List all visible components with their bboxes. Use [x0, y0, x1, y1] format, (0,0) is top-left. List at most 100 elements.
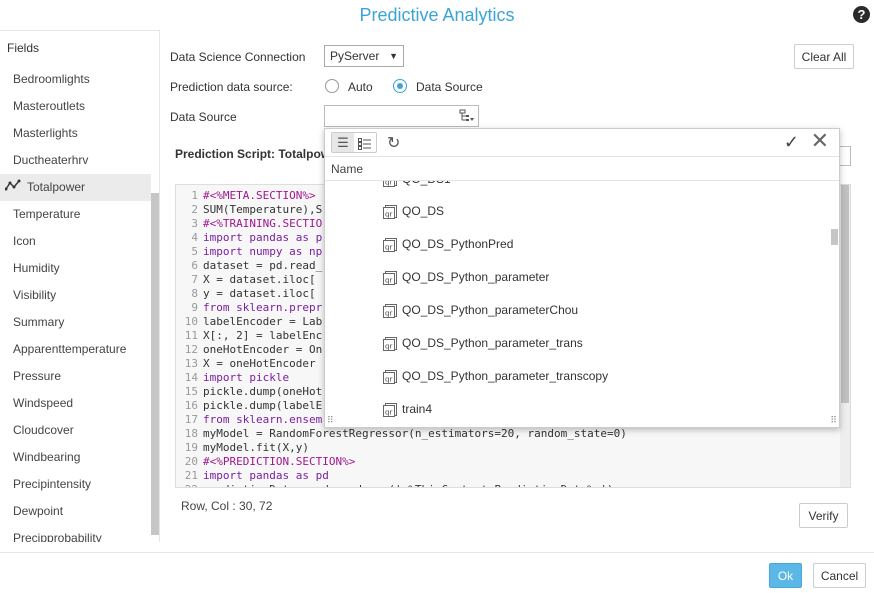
- datasource-item-label: QO_DS_Python_parameterChou: [402, 303, 579, 317]
- field-item[interactable]: Precipintensity: [0, 471, 151, 498]
- fields-title: Fields: [7, 41, 40, 55]
- code-line: 19 myModel.fit(X,y): [176, 441, 309, 455]
- tree-picker-icon[interactable]: [459, 109, 475, 123]
- popup-scroll-thumb[interactable]: [831, 229, 838, 245]
- field-item[interactable]: Masterlights: [0, 120, 151, 147]
- field-item[interactable]: Visibility: [0, 282, 151, 309]
- code-text: X = oneHotEncoder: [203, 357, 316, 370]
- check-icon[interactable]: ✓: [784, 132, 799, 153]
- code-text: oneHotEncoder = On: [203, 343, 323, 356]
- field-item[interactable]: Apparenttemperature: [0, 336, 151, 363]
- code-text: myModel.fit(X,y): [203, 441, 309, 454]
- field-item-label: Ductheaterhrv: [13, 153, 89, 167]
- line-number: 20: [184, 455, 198, 468]
- fields-scrollbar[interactable]: [151, 193, 159, 535]
- line-number: 22: [176, 483, 203, 487]
- resize-grip-right-icon[interactable]: ⠿: [830, 415, 837, 426]
- field-item-label: Totalpower: [27, 180, 86, 194]
- help-icon[interactable]: ?: [853, 6, 870, 23]
- field-item[interactable]: Temperature: [0, 201, 151, 228]
- datasource-item[interactable]: qr QO_DS_Python_parameter_transcopy: [382, 366, 608, 386]
- field-item[interactable]: Bedroomlights: [0, 66, 151, 93]
- code-text: import pickle: [203, 371, 290, 384]
- datasource-label: Data Source: [170, 110, 237, 124]
- line-number: 10: [184, 315, 198, 328]
- field-item[interactable]: Masteroutlets: [0, 93, 151, 120]
- fields-list: Bedroomlights Masteroutlets Masterlights Du…: [0, 66, 151, 542]
- code-line: 5 import numpy as np: [176, 245, 322, 259]
- cancel-button[interactable]: Cancel: [813, 563, 866, 588]
- field-item[interactable]: Cloudcover: [0, 417, 151, 444]
- connection-value: PyServer: [330, 49, 380, 63]
- field-item[interactable]: Summary: [0, 309, 151, 336]
- connection-select[interactable]: PyServer ▼: [324, 45, 404, 67]
- field-item-label: Pressure: [13, 369, 62, 383]
- popup-toolbar: ☰ ↻ ✓ ✕: [325, 129, 839, 157]
- code-line: 2 SUM(Temperature),S: [176, 203, 322, 217]
- line-number: 19: [184, 441, 198, 454]
- field-item[interactable]: Icon: [0, 228, 151, 255]
- code-text: pickle.dump(labelE: [203, 399, 323, 412]
- datasource-item-label: train4: [402, 402, 433, 416]
- datasource-item[interactable]: qr QO_DS_Python_parameterChou: [382, 300, 578, 320]
- script-label: Prediction Script: Totalpower: [175, 147, 325, 161]
- code-text: X[:, 2] = labelEnc: [203, 329, 323, 342]
- editor-scrollbar[interactable]: [840, 185, 850, 487]
- ok-button[interactable]: Ok: [769, 563, 802, 588]
- query-icon: qr: [382, 303, 398, 319]
- line-number: 2: [191, 203, 198, 216]
- datasource-item[interactable]: qr train4: [382, 399, 432, 419]
- datasource-item[interactable]: qr QO_DS: [382, 201, 444, 221]
- detail-view-icon[interactable]: [354, 133, 376, 152]
- name-column-header[interactable]: Name: [325, 157, 839, 181]
- radio-datasource[interactable]: [393, 79, 407, 93]
- code-text: import numpy as np: [203, 245, 323, 258]
- field-item-label: Visibility: [13, 288, 57, 302]
- datasource-item[interactable]: qr QO_DS1: [382, 181, 451, 189]
- verify-button[interactable]: Verify: [799, 503, 848, 528]
- code-line: 12 oneHotEncoder = On: [176, 343, 322, 357]
- datasource-item[interactable]: qr QO_DS_PythonPred: [382, 234, 513, 254]
- close-icon[interactable]: ✕: [811, 130, 829, 152]
- datasource-item[interactable]: qr QO_DS_Python_parameter: [382, 267, 549, 287]
- datasource-item-label: QO_DS: [402, 204, 445, 218]
- radio-datasource-label[interactable]: Data Source: [416, 80, 483, 94]
- field-item[interactable]: Pressure: [0, 363, 151, 390]
- line-number: 4: [191, 231, 198, 244]
- radio-auto-label[interactable]: Auto: [348, 80, 373, 94]
- query-icon: qr: [382, 270, 398, 286]
- radio-auto[interactable]: [325, 79, 339, 93]
- field-item-label: Apparenttemperature: [13, 342, 127, 356]
- code-line: 13 X = oneHotEncoder: [176, 357, 316, 371]
- query-icon: qr: [382, 181, 398, 188]
- query-icon: qr: [382, 336, 398, 352]
- field-item[interactable]: Totalpower: [0, 174, 151, 201]
- clear-all-button[interactable]: Clear All: [794, 44, 854, 69]
- datasource-item[interactable]: qr QO_DS_Python_parameter_trans: [382, 333, 583, 353]
- datasource-picker[interactable]: [324, 105, 479, 127]
- editor-scroll-thumb[interactable]: [841, 185, 849, 403]
- refresh-icon[interactable]: ↻: [387, 133, 400, 153]
- datasource-item-label: QO_DS_Python_parameter_trans: [402, 336, 583, 350]
- field-item[interactable]: Humidity: [0, 255, 151, 282]
- line-number: 13: [184, 357, 198, 370]
- field-item[interactable]: Windbearing: [0, 444, 151, 471]
- line-number: 9: [191, 301, 198, 314]
- field-item-label: Dewpoint: [13, 504, 64, 518]
- field-item-label: Cloudcover: [13, 423, 74, 437]
- field-item[interactable]: Dewpoint: [0, 498, 151, 525]
- list-view-icon[interactable]: ☰: [332, 133, 354, 152]
- line-number: 18: [184, 427, 198, 440]
- code-text: y = dataset.iloc[: [203, 287, 316, 300]
- cursor-position: Row, Col : 30, 72: [181, 499, 273, 513]
- code-text: import pandas as pd: [203, 469, 329, 482]
- field-item-label: Windbearing: [13, 450, 81, 464]
- field-item[interactable]: Precipprobability: [0, 525, 151, 542]
- field-item[interactable]: Ductheaterhrv: [0, 147, 151, 174]
- field-item-label: Icon: [13, 234, 36, 248]
- field-item[interactable]: Windspeed: [0, 390, 151, 417]
- code-line: 21 import pandas as pd: [176, 469, 329, 483]
- code-line: 14 import pickle: [176, 371, 289, 385]
- resize-grip-left-icon[interactable]: ⠿: [327, 415, 334, 426]
- code-line: 4 import pandas as p: [176, 231, 322, 245]
